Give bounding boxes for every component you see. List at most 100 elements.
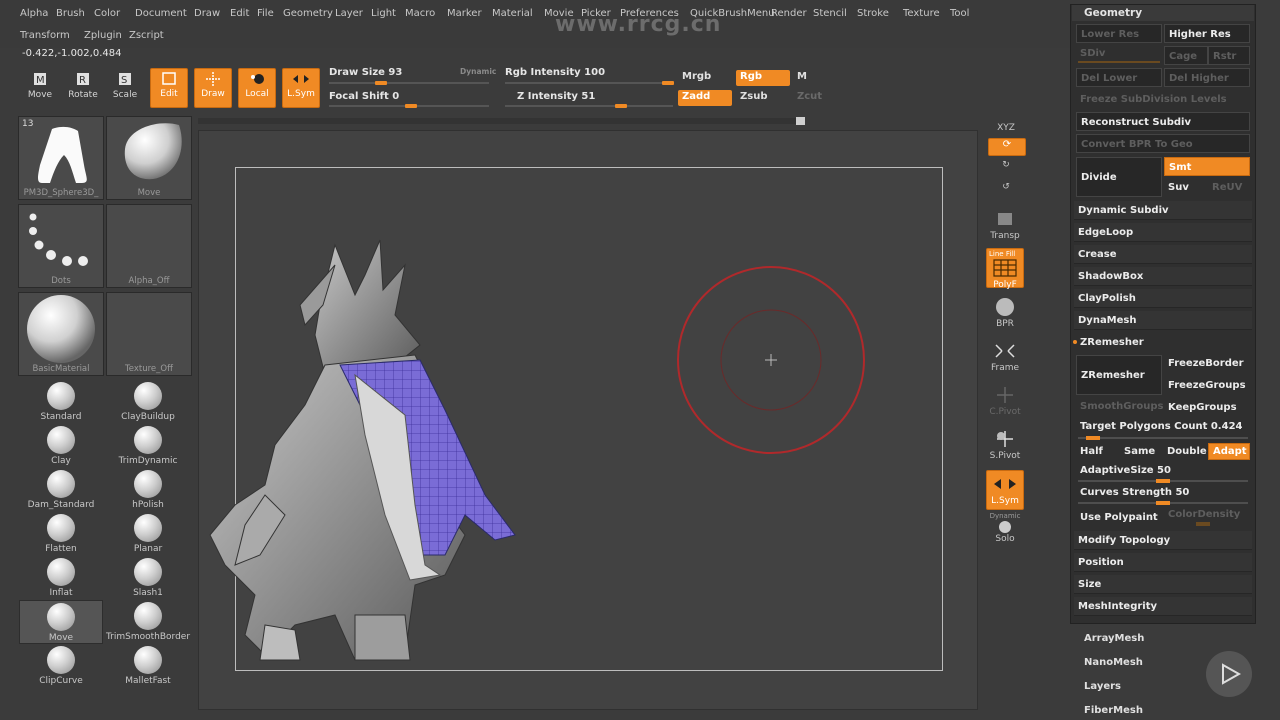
draw-button[interactable]: Draw xyxy=(194,68,232,108)
m-button[interactable]: M xyxy=(793,70,811,86)
brush-inflat[interactable]: Inflat xyxy=(19,556,103,600)
double-button[interactable]: Double xyxy=(1163,442,1207,461)
modify-topology-section[interactable]: Modify Topology xyxy=(1074,531,1252,550)
zadd-button[interactable]: Zadd xyxy=(678,90,732,106)
menu-macro[interactable]: Macro xyxy=(405,8,435,19)
rgb-intensity-slider[interactable] xyxy=(505,82,673,84)
dynamesh-section[interactable]: DynaMesh xyxy=(1074,311,1252,330)
lsym-right-button[interactable]: L.Sym xyxy=(986,470,1024,510)
brush-claybuildup[interactable]: ClayBuildup xyxy=(106,380,190,424)
menu-zscript[interactable]: Zscript xyxy=(129,30,164,41)
subpalette-fibermesh[interactable]: FiberMesh xyxy=(1084,705,1143,716)
menu-draw[interactable]: Draw xyxy=(194,8,220,19)
menu-render[interactable]: Render xyxy=(771,8,807,19)
alpha-thumb[interactable]: Alpha_Off xyxy=(106,204,192,288)
geometry-title[interactable]: Geometry xyxy=(1072,5,1254,21)
polyf-button[interactable]: Line Fill PolyF xyxy=(986,248,1024,290)
brush-trimdynamic[interactable]: TrimDynamic xyxy=(106,424,190,468)
brush-move[interactable]: Move xyxy=(19,600,103,644)
adapt-toggle[interactable]: Adapt xyxy=(1208,443,1250,460)
rotate-x-button[interactable]: ↺ xyxy=(987,182,1025,202)
brush-standard[interactable]: Standard xyxy=(19,380,103,424)
keep-groups-toggle[interactable]: KeepGroups xyxy=(1164,398,1252,417)
curves-strength-slider[interactable]: Curves Strength 50 xyxy=(1076,483,1252,502)
higher-res-button[interactable]: Higher Res xyxy=(1164,24,1250,43)
transp-button[interactable]: Transp xyxy=(986,206,1024,246)
top-scroll-thumb[interactable] xyxy=(796,117,805,125)
brush-trimsmoothborder[interactable]: TrimSmoothBorder xyxy=(106,600,190,644)
brush-clay[interactable]: Clay xyxy=(19,424,103,468)
target-polygons-slider[interactable]: Target Polygons Count 0.424 xyxy=(1076,417,1252,436)
menu-brush[interactable]: Brush xyxy=(56,8,85,19)
target-polygons-knob[interactable] xyxy=(1086,436,1100,440)
rgb-button[interactable]: Rgb xyxy=(736,70,790,86)
use-polypaint-toggle[interactable]: Use Polypaint xyxy=(1076,508,1162,527)
reconstruct-subdiv-button[interactable]: Reconstruct Subdiv xyxy=(1076,112,1250,131)
brush-dam-standard[interactable]: Dam_Standard xyxy=(19,468,103,512)
size-section[interactable]: Size xyxy=(1074,575,1252,594)
convert-bpr-button[interactable]: Convert BPR To Geo xyxy=(1076,134,1250,153)
rstr-button[interactable]: Rstr xyxy=(1208,46,1250,65)
spivot-button[interactable]: S.Pivot xyxy=(986,426,1024,466)
focal-shift-knob[interactable] xyxy=(405,104,417,108)
bpr-button[interactable]: BPR xyxy=(986,294,1024,334)
crease-section[interactable]: Crease xyxy=(1074,245,1252,264)
play-button[interactable] xyxy=(1206,651,1252,697)
reuv-button[interactable]: ReUV xyxy=(1208,178,1250,197)
stroke-thumb[interactable]: Dots xyxy=(18,204,104,288)
menu-color[interactable]: Color xyxy=(94,8,120,19)
brush-hpolish[interactable]: hPolish xyxy=(106,468,190,512)
menu-material[interactable]: Material xyxy=(492,8,533,19)
edit-button[interactable]: Edit xyxy=(150,68,188,108)
menu-stroke[interactable]: Stroke xyxy=(857,8,889,19)
draw-size-slider[interactable] xyxy=(329,82,489,84)
same-button[interactable]: Same xyxy=(1120,442,1160,461)
zremesher-section[interactable]: ZRemesher xyxy=(1076,333,1252,352)
del-lower-button[interactable]: Del Lower xyxy=(1076,68,1162,87)
menu-stencil[interactable]: Stencil xyxy=(813,8,847,19)
move-brush-thumb[interactable]: Move xyxy=(106,116,192,200)
half-button[interactable]: Half xyxy=(1076,442,1116,461)
menu-alpha[interactable]: Alpha xyxy=(20,8,48,19)
brush-planar[interactable]: Planar xyxy=(106,512,190,556)
subpalette-layers[interactable]: Layers xyxy=(1084,681,1121,692)
divide-button[interactable]: Divide xyxy=(1076,157,1162,197)
meshintegrity-section[interactable]: MeshIntegrity xyxy=(1074,597,1252,616)
subpalette-nanomesh[interactable]: NanoMesh xyxy=(1084,657,1143,668)
z-intensity-knob[interactable] xyxy=(615,104,627,108)
rgb-intensity-knob[interactable] xyxy=(662,81,674,85)
adaptive-size-slider[interactable]: AdaptiveSize 50 xyxy=(1076,461,1252,480)
smooth-groups-slider[interactable]: SmoothGroups xyxy=(1076,397,1164,416)
shadowbox-section[interactable]: ShadowBox xyxy=(1074,267,1252,286)
freeze-groups-toggle[interactable]: FreezeGroups xyxy=(1164,376,1252,395)
freeze-border-toggle[interactable]: FreezeBorder xyxy=(1164,354,1252,373)
menu-marker[interactable]: Marker xyxy=(447,8,482,19)
dynamic-label[interactable]: Dynamic xyxy=(460,67,496,76)
menu-transform[interactable]: Transform xyxy=(20,30,70,41)
dynamic-subdiv-section[interactable]: Dynamic Subdiv xyxy=(1074,201,1252,220)
zcut-button[interactable]: Zcut xyxy=(793,90,826,106)
menu-tool[interactable]: Tool xyxy=(950,8,969,19)
position-section[interactable]: Position xyxy=(1074,553,1252,572)
rotate-z-button[interactable]: ↻ xyxy=(987,160,1025,180)
suv-toggle[interactable]: Suv xyxy=(1164,178,1208,197)
rotate-button[interactable]: R Rotate xyxy=(64,70,102,106)
character-model[interactable] xyxy=(205,235,535,665)
draw-size-knob[interactable] xyxy=(375,81,387,85)
current-tool-thumb[interactable]: 13 PM3D_Sphere3D_ xyxy=(18,116,104,200)
edgeloop-section[interactable]: EdgeLoop xyxy=(1074,223,1252,242)
brush-malletfast[interactable]: MalletFast xyxy=(106,644,190,688)
menu-geometry[interactable]: Geometry xyxy=(283,8,333,19)
smt-toggle[interactable]: Smt xyxy=(1164,157,1250,176)
cpivot-button[interactable]: C.Pivot xyxy=(986,382,1024,422)
menu-texture[interactable]: Texture xyxy=(903,8,940,19)
brush-clipcurve[interactable]: ClipCurve xyxy=(19,644,103,688)
scale-button[interactable]: S Scale xyxy=(106,70,144,106)
brush-slash1[interactable]: Slash1 xyxy=(106,556,190,600)
z-intensity-slider[interactable] xyxy=(505,105,673,107)
cage-button[interactable]: Cage xyxy=(1164,46,1208,65)
lower-res-button[interactable]: Lower Res xyxy=(1076,24,1162,43)
del-higher-button[interactable]: Del Higher xyxy=(1164,68,1250,87)
local-button[interactable]: Local xyxy=(238,68,276,108)
menu-file[interactable]: File xyxy=(257,8,274,19)
